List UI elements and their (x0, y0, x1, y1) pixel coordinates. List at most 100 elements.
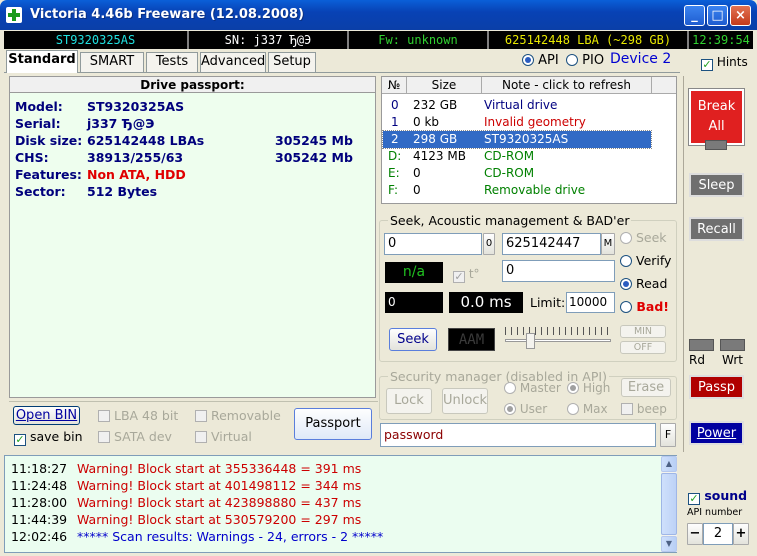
list-item[interactable]: 0 232 GB Virtual drive (383, 97, 651, 114)
passport-label: Serial: (15, 116, 61, 131)
seek-button[interactable]: Seek (389, 328, 437, 351)
tab-setup[interactable]: Setup (268, 52, 316, 72)
open-bin-button[interactable]: Open BIN (13, 406, 80, 425)
radio-icon (620, 301, 632, 313)
minimize-button[interactable]: _ (684, 5, 705, 26)
list-item[interactable]: D: 4123 MB CD-ROM (383, 148, 651, 165)
radio-icon (620, 232, 632, 244)
end-max-button[interactable]: M (601, 233, 615, 255)
sleep-button[interactable]: Sleep (689, 173, 744, 197)
scroll-thumb[interactable] (661, 473, 677, 535)
status-clock: 12:39:54 (692, 33, 750, 47)
check-icon: ✓ (701, 58, 713, 71)
user-radio[interactable]: User (504, 402, 547, 416)
api-number-decrement[interactable]: − (687, 523, 703, 545)
passp-button[interactable]: Passp (689, 375, 744, 399)
hints-checkbox[interactable]: ✓ Hints (701, 55, 748, 71)
password-field[interactable]: password (380, 423, 656, 447)
limit-label: Limit: (530, 295, 566, 310)
break-all-label: Break All (697, 99, 736, 134)
tab-smart[interactable]: SMART (80, 52, 144, 72)
scroll-down-icon[interactable]: ▼ (661, 536, 677, 552)
high-radio[interactable]: High (567, 381, 610, 395)
limit-field[interactable]: 10000 (566, 292, 615, 313)
write-indicator (720, 339, 745, 351)
counter-display: 0 (385, 292, 443, 313)
pio-mode-radio[interactable]: PIO (566, 53, 604, 68)
radio-icon (567, 382, 579, 394)
power-button[interactable]: Power (689, 421, 744, 445)
block-field[interactable]: 0 (502, 260, 615, 282)
rd-label: Rd (689, 353, 705, 367)
passport-label: CHS: (15, 150, 49, 165)
save-bin-checkbox[interactable]: ✓ save bin (14, 429, 83, 446)
api-number-increment[interactable]: + (733, 523, 749, 545)
checkbox-icon (98, 410, 110, 422)
api-number-field[interactable]: 2 (703, 523, 733, 545)
beep-checkbox[interactable]: beep (621, 402, 667, 416)
sata-checkbox[interactable]: SATA dev (98, 429, 172, 444)
max-radio[interactable]: Max (567, 402, 608, 416)
read-indicator (689, 339, 714, 351)
sata-label: SATA dev (113, 429, 172, 444)
list-item[interactable]: 10 kb Invalid geometry (383, 114, 651, 131)
end-lba-field[interactable]: 625142447 (502, 233, 601, 255)
passport-value: j337 Ђ@Э (87, 116, 155, 131)
aam-display: AAM (448, 328, 495, 351)
temperature-checkbox[interactable]: ✓ t° (453, 267, 480, 283)
start-zero-button[interactable]: 0 (483, 233, 495, 255)
bad-radio[interactable]: Bad! (620, 299, 669, 314)
check-icon: ✓ (453, 270, 465, 283)
pio-label: PIO (582, 53, 605, 68)
passport-label: Disk size: (15, 133, 83, 148)
lock-button[interactable]: Lock (386, 388, 432, 414)
list-item-selected[interactable]: 2 298 GB ST9320325AS (382, 130, 652, 149)
sound-checkbox[interactable]: ✓ sound (688, 488, 747, 505)
seek-radio[interactable]: Seek (620, 230, 667, 245)
removable-checkbox[interactable]: Removable (195, 408, 281, 423)
erase-button[interactable]: Erase (621, 378, 671, 397)
api-label: API (538, 53, 559, 68)
unlock-button[interactable]: Unlock (442, 388, 488, 414)
aam-off-button[interactable]: OFF (620, 341, 666, 354)
log-panel[interactable]: 11:18:27 Warning! Block start at 35533644… (4, 455, 677, 553)
close-button[interactable]: × (730, 5, 751, 26)
status-model: ST9320325AS (4, 31, 189, 49)
list-item[interactable]: E: 0 CD-ROM (383, 165, 651, 182)
drive-status-bar: ST9320325AS SN: j337 Ђ@Э Fw: unknown 625… (4, 31, 753, 49)
maximize-button[interactable]: □ (707, 5, 728, 26)
user-label: User (519, 402, 548, 416)
log-scrollbar[interactable]: ▲ ▼ (661, 456, 677, 552)
list-item[interactable]: F: 0 Removable drive (383, 182, 651, 199)
aam-slider-track[interactable] (505, 339, 611, 342)
title-bar[interactable]: Victoria 4.46b Freeware (12.08.2008) _ □… (0, 0, 757, 30)
tab-advanced[interactable]: Advanced (200, 52, 266, 72)
aam-slider-handle[interactable] (526, 333, 535, 349)
column-header-size[interactable]: Size (407, 77, 482, 94)
passport-value: 625142448 LBAs (87, 133, 205, 148)
passport-value: 38913/255/63 (87, 150, 184, 165)
passport-value: 512 Bytes (87, 184, 158, 199)
verify-radio[interactable]: Verify (620, 253, 671, 268)
read-radio[interactable]: Read (620, 276, 667, 291)
api-mode-radio[interactable]: API (522, 53, 559, 68)
lba48-checkbox[interactable]: LBA 48 bit (98, 408, 178, 423)
aam-min-button[interactable]: MIN (620, 325, 666, 338)
column-header-note[interactable]: Note - click to refresh (482, 77, 652, 94)
api-number-label: API number (687, 507, 743, 518)
passport-label: Sector: (15, 184, 66, 199)
read-radio-label: Read (635, 276, 668, 291)
break-all-button[interactable]: Break All (688, 88, 745, 146)
master-radio[interactable]: Master (504, 381, 561, 395)
scroll-up-icon[interactable]: ▲ (661, 456, 677, 472)
tab-tests[interactable]: Tests (146, 52, 198, 72)
column-header-number[interactable]: № (382, 77, 407, 94)
tab-standard[interactable]: Standard (6, 50, 78, 73)
master-label: Master (519, 381, 561, 395)
start-lba-field[interactable]: 0 (384, 233, 482, 255)
recall-button[interactable]: Recall (689, 217, 744, 241)
password-f-button[interactable]: F (660, 423, 676, 447)
passport-header: Drive passport: (10, 77, 375, 93)
virtual-checkbox[interactable]: Virtual (195, 429, 252, 444)
passport-button[interactable]: Passport (294, 408, 372, 440)
